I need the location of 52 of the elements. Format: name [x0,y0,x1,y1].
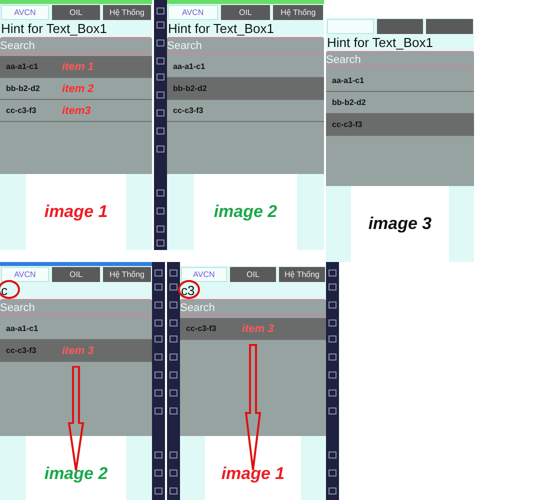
list-item[interactable]: bb-b2-d2 item 2 [0,78,152,100]
search-field[interactable]: Search [0,301,152,316]
list-item[interactable]: cc-c3-f3 [326,114,474,136]
tab[interactable]: OIL [52,5,100,20]
list-item[interactable]: cc-c3-f3 [167,100,324,122]
search-field[interactable]: Search [167,39,324,54]
tab[interactable]: Hệ Thống [103,267,151,282]
item-label: cc-c3-f3 [332,120,364,129]
item-label: bb-b2-d2 [173,84,208,93]
item-label: cc-c3-f3 [6,106,38,115]
text-field[interactable]: Hint for Text_Box1 [168,20,323,38]
item-label: cc-c3-f3 [186,324,218,333]
list-item[interactable]: cc-c3-f3 item3 [0,100,152,122]
tab[interactable]: Hệ Thống [273,5,324,20]
item-label: bb-b2-d2 [6,84,41,93]
text-field[interactable]: Hint for Text_Box1 [1,20,151,38]
item-label: aa-a1-c1 [332,76,366,85]
list-item[interactable]: cc-c3-f3 item 3 [0,340,152,362]
list-item[interactable]: aa-a1-c1 item 1 [0,56,152,78]
list-item[interactable]: bb-b2-d2 [167,78,324,100]
text-field[interactable]: Hint for Text_Box1 [327,34,473,52]
search-field[interactable]: Search [0,39,152,54]
tab[interactable]: OIL [52,267,100,282]
item-label: aa-a1-c1 [6,324,40,333]
search-field[interactable]: Search [326,53,474,68]
tab[interactable]: Hệ Thống [103,5,151,20]
list-item[interactable]: cc-c3-f3 item 3 [180,318,326,340]
item-label: aa-a1-c1 [6,62,40,71]
tab[interactable]: AVCN [168,5,218,20]
item-annotation: item 1 [62,60,94,72]
tab[interactable]: OIL [230,267,276,282]
item-annotation: item 3 [242,322,274,334]
tab[interactable]: Hệ Thống [279,267,325,282]
image-caption: image 1 [44,202,108,222]
tab[interactable] [376,19,424,34]
item-label: aa-a1-c1 [173,62,206,71]
item-annotation: item3 [62,104,91,116]
search-field[interactable]: Search [180,301,326,316]
image-caption: image 1 [221,464,285,484]
image-caption: image 2 [214,202,278,222]
item-annotation: item 2 [62,82,94,94]
tab[interactable]: AVCN [181,267,227,282]
item-annotation: item 3 [62,344,94,356]
tab[interactable]: OIL [220,5,270,20]
item-label: cc-c3-f3 [173,106,204,115]
item-label: bb-b2-d2 [332,98,367,107]
tab[interactable]: AVCN [1,5,49,20]
item-label: cc-c3-f3 [6,346,38,355]
image-caption: image 3 [368,214,432,234]
tab[interactable]: AVCN [1,267,49,282]
list-item[interactable]: aa-a1-c1 [326,70,474,92]
image-caption: image 2 [44,464,108,484]
